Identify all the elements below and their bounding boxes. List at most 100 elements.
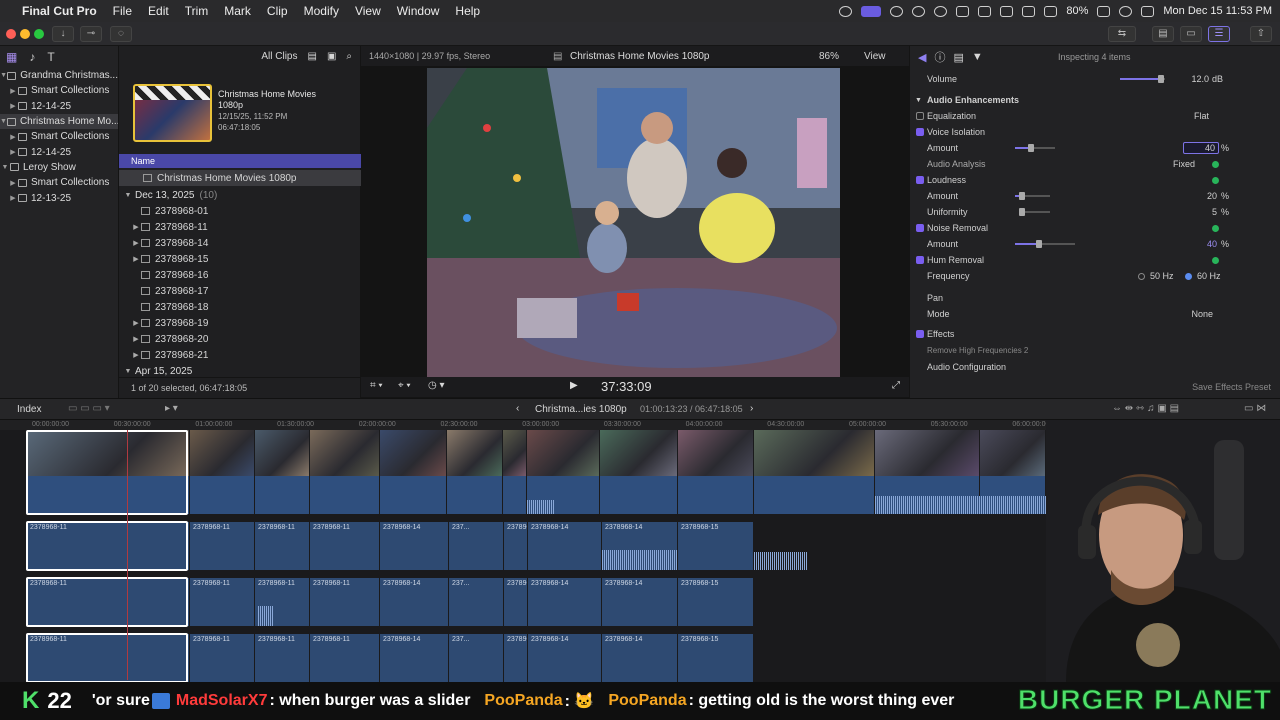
connected-clip[interactable]: 2378968-11 [190, 634, 255, 682]
bluetooth-icon[interactable] [1022, 5, 1036, 17]
library-item[interactable]: ▼ Leroy Show [0, 160, 118, 175]
select-tool-icon[interactable]: ▸ ▾ [165, 403, 178, 414]
video-clip-thumbnail[interactable] [980, 430, 1046, 476]
disclosure-triangle-icon[interactable]: ▼ [123, 368, 133, 375]
save-effects-preset-button[interactable]: Save Effects Preset [1192, 382, 1271, 392]
connected-clip[interactable]: 2378968-14 [380, 522, 449, 570]
clip-row[interactable]: ▶ 2378968-15 [119, 251, 361, 267]
project-thumbnail[interactable] [133, 84, 212, 142]
wifi-icon[interactable] [1044, 5, 1058, 17]
menu-edit[interactable]: Edit [140, 4, 177, 18]
pan-mode-dropdown[interactable]: None [1191, 309, 1213, 319]
back-arrow-icon[interactable]: ‹ [516, 403, 519, 414]
slider-knob[interactable] [1036, 240, 1042, 248]
disclosure-triangle-icon[interactable]: ▶ [8, 87, 18, 95]
connected-clip[interactable]: 2378968-11 [190, 522, 255, 570]
play-button[interactable]: ▶ [570, 380, 578, 391]
connected-clip[interactable]: 2378968-15 [678, 522, 754, 570]
disclosure-triangle-icon[interactable]: ▶ [131, 239, 141, 247]
audio-waveform[interactable] [380, 476, 447, 514]
hum-removal-checkbox[interactable] [916, 256, 924, 264]
hum-ok-icon[interactable] [1212, 256, 1219, 264]
disclosure-triangle-icon[interactable]: ▶ [8, 102, 18, 110]
voice-isolation-checkbox[interactable] [916, 128, 924, 136]
library-item[interactable]: ▶ Smart Collections [0, 129, 118, 144]
video-clip-thumbnail[interactable] [503, 430, 527, 476]
fullscreen-icon[interactable]: ⤢ [892, 380, 900, 391]
library-item[interactable]: ▼ Christmas Home Mo... [0, 113, 118, 130]
screen-record-icon[interactable] [861, 5, 882, 17]
record-icon[interactable] [912, 5, 926, 17]
clip-row[interactable]: ▶ 2378968-14 [119, 235, 361, 251]
disclosure-triangle-icon[interactable]: ▶ [8, 133, 18, 141]
loudness-ok-icon[interactable] [1212, 176, 1219, 184]
import-icon[interactable]: ↓ [52, 26, 74, 42]
video-clip-thumbnail[interactable] [255, 430, 310, 476]
slider-knob[interactable] [1019, 192, 1025, 200]
audio-waveform[interactable] [503, 476, 527, 514]
voice-amount-slider[interactable] [1015, 144, 1055, 152]
timeline-view-icons[interactable]: ⇔ ⇹ ⇿ ♫ ▣ ▤ [1112, 403, 1179, 414]
connected-clip[interactable]: 2378968-14 [380, 578, 449, 626]
library-item[interactable]: ▶ 12-14-25 [0, 99, 118, 114]
connected-clip[interactable]: 2378968-14 [528, 578, 602, 626]
disclosure-triangle-icon[interactable]: ▶ [131, 223, 141, 231]
menu-view[interactable]: View [347, 4, 389, 18]
disclosure-triangle-icon[interactable]: ▶ [8, 179, 18, 187]
transform-tool-icon[interactable]: ⌖ ▾ [398, 380, 411, 391]
loudness-amount-slider[interactable] [1015, 192, 1050, 200]
filmstrip-view-icon[interactable]: ▤ [307, 51, 316, 62]
name-column-header[interactable]: Name [119, 154, 361, 168]
speed-icon[interactable]: ◷ ▾ [428, 380, 445, 391]
clip-row[interactable]: ▶ 2378968-19 [119, 315, 361, 331]
menu-window[interactable]: Window [389, 4, 448, 18]
connected-clip[interactable]: 237... [449, 634, 504, 682]
menu-clip[interactable]: Clip [259, 4, 296, 18]
volume-icon[interactable] [956, 5, 970, 17]
mirror-icon[interactable] [1000, 5, 1014, 17]
clip-row[interactable]: 2378968-18 [119, 299, 361, 315]
connected-clip[interactable]: 2378968-11 [310, 522, 380, 570]
crop-tool-icon[interactable]: ⌗ ▾ [370, 380, 383, 391]
edit-buttons[interactable]: ▭ ▭ ▭ ▾ [68, 403, 110, 414]
clip-row[interactable]: ▶ 2378968-20 [119, 331, 361, 347]
disclosure-triangle-icon[interactable]: ▼ [0, 72, 7, 79]
connected-clip[interactable]: 2378968-15 [678, 634, 754, 682]
close-button[interactable] [6, 29, 16, 39]
library-item[interactable]: ▶ Smart Collections [0, 83, 118, 98]
clip-row[interactable]: 2378968-01 [119, 203, 361, 219]
battery-icon[interactable] [1097, 5, 1111, 17]
audio-waveform[interactable] [255, 476, 310, 514]
slider-knob[interactable] [1028, 144, 1034, 152]
display-icon[interactable] [978, 5, 992, 17]
volume-slider[interactable] [1120, 75, 1165, 83]
info-inspector-tab-icon[interactable]: ⓘ [934, 49, 945, 65]
zoom-button[interactable] [34, 29, 44, 39]
video-clip-thumbnail[interactable] [190, 430, 255, 476]
connected-clip[interactable]: 2378968-14 [602, 634, 678, 682]
clip-row[interactable]: 2378968-17 [119, 283, 361, 299]
noise-amount-slider[interactable] [1015, 240, 1075, 248]
effects-checkbox[interactable] [916, 330, 924, 338]
layout-browser-icon[interactable]: ▤ [1152, 26, 1174, 42]
connected-clip[interactable]: 2378968-14 [504, 522, 528, 570]
library-item[interactable]: ▶ Smart Collections [0, 175, 118, 190]
loudness-checkbox[interactable] [916, 176, 924, 184]
menu-mark[interactable]: Mark [216, 4, 259, 18]
disclosure-triangle-icon[interactable]: ▼ [915, 97, 922, 104]
disclosure-triangle-icon[interactable]: ▶ [131, 351, 141, 359]
background-tasks-icon[interactable]: ◌ [110, 26, 132, 42]
timeline-project-name[interactable]: Christma...ies 1080p [535, 404, 627, 415]
video-clip-thumbnail[interactable] [600, 430, 678, 476]
connected-clip[interactable]: 2378968-14 [528, 634, 602, 682]
clock[interactable]: Mon Dec 15 11:53 PM [1163, 5, 1272, 17]
connected-clip[interactable]: 237... [449, 522, 504, 570]
slider-knob[interactable] [1018, 208, 1025, 216]
audio-waveform[interactable] [754, 476, 875, 514]
video-clip-thumbnail[interactable] [754, 430, 875, 476]
connected-clip[interactable]: 2378968-11 [310, 578, 380, 626]
clip-row[interactable]: 2378968-16 [119, 267, 361, 283]
menu-trim[interactable]: Trim [177, 4, 217, 18]
library-item[interactable]: ▶ 12-13-25 [0, 190, 118, 205]
equalization-checkbox[interactable] [916, 112, 924, 120]
